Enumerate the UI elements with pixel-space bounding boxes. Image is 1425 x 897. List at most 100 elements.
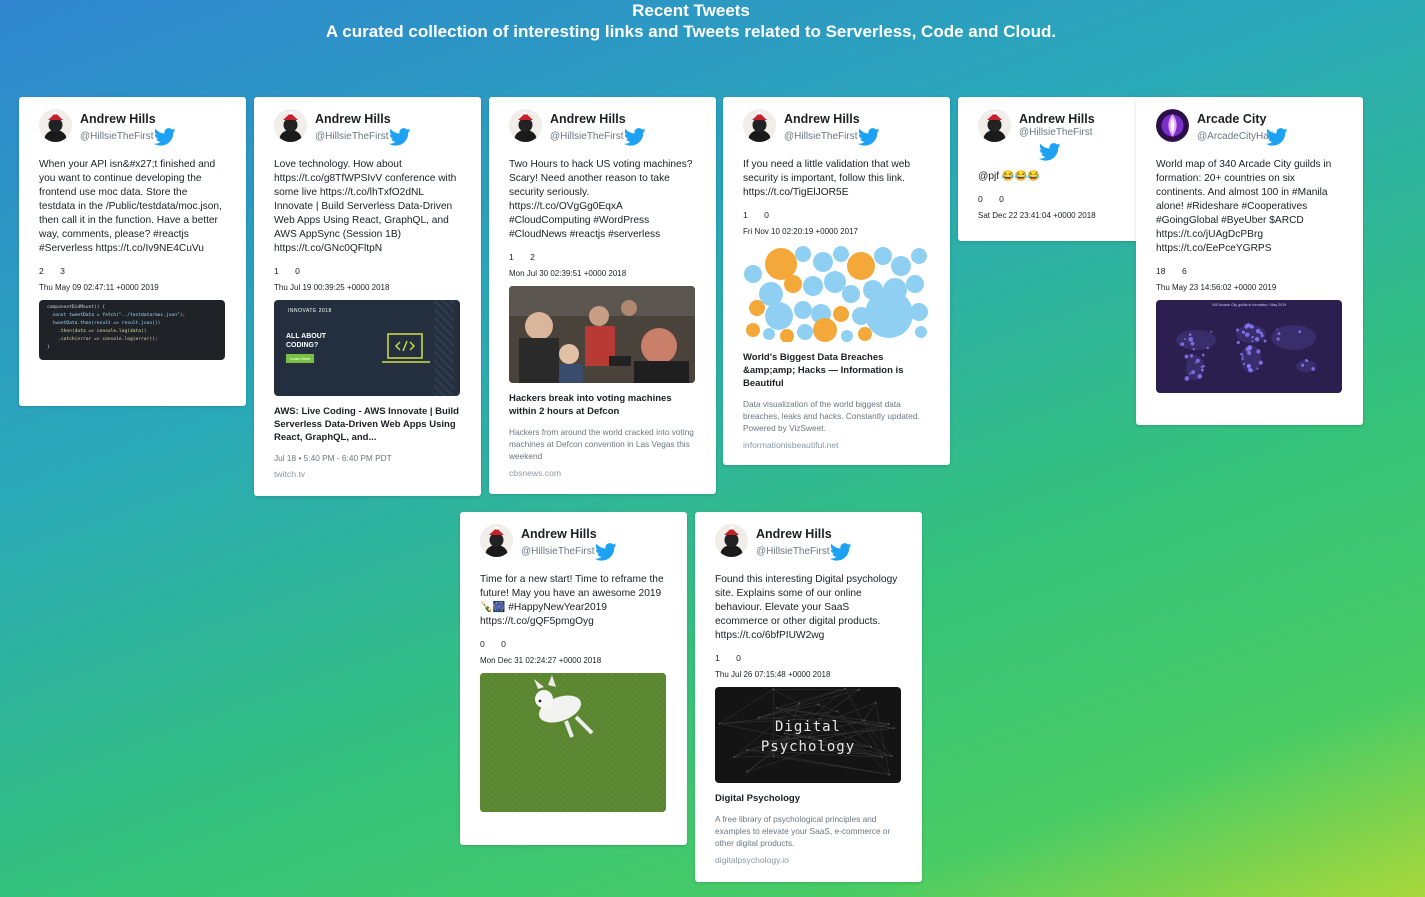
link-domain[interactable]: informationisbeautiful.net <box>743 440 930 450</box>
author-name[interactable]: Andrew Hills <box>315 112 391 126</box>
author-handle[interactable]: @HillsieTheFirst <box>521 546 595 557</box>
twitter-bird-icon[interactable] <box>1039 143 1061 161</box>
learn-more-button[interactable]: Learn More <box>286 354 315 363</box>
link-title[interactable]: Hackers break into voting machines withi… <box>509 392 696 418</box>
like-count: 2 <box>530 252 535 262</box>
guild-dot <box>1255 328 1261 334</box>
author-handle[interactable]: @HillsieTheFirst <box>550 131 624 142</box>
guild-dot <box>1277 332 1281 336</box>
guild-dot <box>1256 349 1261 354</box>
link-domain[interactable]: cbsnews.com <box>509 468 696 478</box>
guild-dot <box>1235 328 1240 332</box>
avatar[interactable] <box>743 109 776 142</box>
code-screenshot[interactable]: componentDidMount() { const tweetData = … <box>39 300 225 360</box>
bubble <box>795 246 811 262</box>
guild-dot <box>1247 367 1252 372</box>
avatar[interactable] <box>274 109 307 142</box>
guild-dot <box>1241 331 1244 333</box>
tweet-card[interactable]: Andrew Hills @HillsieTheFirst If you nee… <box>723 97 950 465</box>
bubble-chart-image[interactable] <box>743 244 929 342</box>
tweet-counts: 1 0 <box>715 653 902 663</box>
twitter-bird-icon[interactable] <box>858 128 880 146</box>
guild-dot <box>1247 346 1252 351</box>
link-card-image[interactable]: Digital Psychology <box>715 687 901 783</box>
guild-dot <box>1276 337 1280 341</box>
author-name[interactable]: Andrew Hills <box>756 527 832 541</box>
twitter-bird-icon[interactable] <box>1266 128 1288 146</box>
bubble <box>911 248 927 264</box>
author-handle[interactable]: @HillsieTheFirst <box>1019 127 1093 138</box>
tweet-counts: 2 3 <box>39 266 226 276</box>
link-domain[interactable]: twitch.tv <box>274 469 461 479</box>
guild-dot <box>1197 374 1203 379</box>
guild-dot <box>1189 353 1194 358</box>
guild-dot <box>1192 348 1195 351</box>
author-name[interactable]: Andrew Hills <box>1019 112 1095 126</box>
tweet-card[interactable]: Andrew Hills @HillsieTheFirst When your … <box>19 97 246 406</box>
guild-dot <box>1191 370 1196 375</box>
link-title[interactable]: World's Biggest Data Breaches &amp;amp; … <box>743 351 930 390</box>
author-handle[interactable]: @HillsieTheFirst <box>784 131 858 142</box>
network-node <box>817 703 820 706</box>
bubble <box>746 323 760 337</box>
guild-dot <box>1189 372 1192 375</box>
retweet-count: 1 <box>274 266 279 276</box>
author-handle[interactable]: @HillsieTheFirst <box>756 546 830 557</box>
dog-photo[interactable] <box>480 673 666 812</box>
twitter-bird-icon[interactable] <box>624 128 646 146</box>
tweet-text: Time for a new start! Time to reframe th… <box>480 574 664 627</box>
author-handle[interactable]: @HillsieTheFirst <box>315 131 389 142</box>
tweet-card[interactable]: Andrew Hills @HillsieTheFirst Time for a… <box>460 512 687 845</box>
avatar[interactable] <box>480 524 513 557</box>
network-node <box>798 702 801 705</box>
link-title[interactable]: AWS: Live Coding - AWS Innovate | Build … <box>274 405 461 444</box>
tweet-date: Mon Dec 31 02:24:27 +0000 2018 <box>480 656 602 665</box>
link-title[interactable]: Digital Psychology <box>715 792 902 805</box>
guild-dot <box>1184 354 1189 359</box>
bubble <box>797 324 813 340</box>
like-count: 3 <box>60 266 65 276</box>
tweet-card[interactable]: Andrew Hills @HillsieTheFirst Two Hours … <box>489 97 716 494</box>
link-domain[interactable]: digitalpsychology.io <box>715 855 902 865</box>
bubble <box>891 256 911 276</box>
tweet-card[interactable]: Andrew Hills @HillsieTheFirst Found this… <box>695 512 922 882</box>
tweet-counts: 1 2 <box>509 252 696 262</box>
guild-dot <box>1245 332 1250 337</box>
guild-dot <box>1247 350 1252 356</box>
author-name[interactable]: Andrew Hills <box>80 112 156 126</box>
page-subtitle: A curated collection of interesting link… <box>325 22 1057 41</box>
author-handle[interactable]: @ArcadeCityHall <box>1197 131 1273 142</box>
author-name[interactable]: Andrew Hills <box>550 112 626 126</box>
author-handle[interactable]: @HillsieTheFirst <box>80 131 154 142</box>
avatar[interactable] <box>715 524 748 557</box>
world-map-image[interactable]: 340 Arcade City guilds in formation / Ma… <box>1156 300 1342 393</box>
guild-dot <box>1184 338 1186 340</box>
hackers-photo[interactable] <box>509 286 695 383</box>
tweet-card[interactable]: Andrew Hills @HillsieTheFirst Love techn… <box>254 97 481 496</box>
author-name[interactable]: Andrew Hills <box>521 527 597 541</box>
avatar[interactable] <box>509 109 542 142</box>
guild-dot <box>1194 362 1197 364</box>
bubble <box>784 275 802 293</box>
retweet-count: 1 <box>743 210 748 220</box>
code-line: tweetData.then(result => result.json()) <box>47 321 161 326</box>
code-line: } <box>47 345 50 350</box>
network-line <box>773 756 890 775</box>
link-card-image[interactable]: INNOVATE 2018 ALL ABOUT CODING? Learn Mo… <box>274 300 460 396</box>
twitter-bird-icon[interactable] <box>595 543 617 561</box>
tweet-card[interactable]: Arcade City @ArcadeCityHall World map of… <box>1136 97 1363 425</box>
avatar[interactable] <box>39 109 72 142</box>
banner-line: ALL ABOUT <box>286 333 327 340</box>
twitter-bird-icon[interactable] <box>830 543 852 561</box>
twitter-bird-icon[interactable] <box>389 128 411 146</box>
author-name[interactable]: Andrew Hills <box>784 112 860 126</box>
author-name[interactable]: Arcade City <box>1197 112 1266 126</box>
bubble <box>813 252 833 272</box>
map-caption: 340 Arcade City guilds in formation / Ma… <box>1211 303 1287 307</box>
network-line <box>776 688 846 709</box>
avatar[interactable] <box>1156 109 1189 142</box>
network-node <box>858 688 861 691</box>
twitter-bird-icon[interactable] <box>154 128 176 146</box>
guild-dot <box>1180 342 1185 347</box>
avatar[interactable] <box>978 109 1011 142</box>
